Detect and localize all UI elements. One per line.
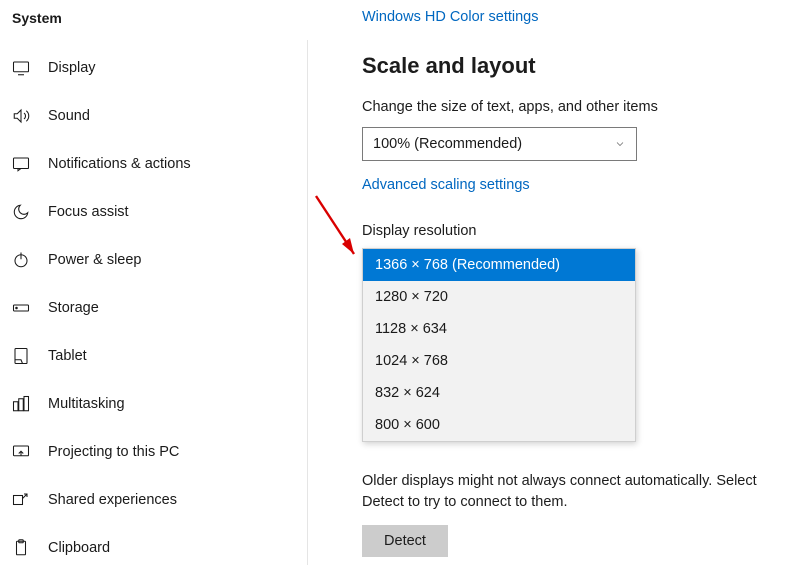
sidebar-item-label: Projecting to this PC: [48, 444, 179, 460]
detect-button[interactable]: Detect: [362, 525, 448, 557]
sidebar-item-clipboard[interactable]: Clipboard: [0, 524, 318, 565]
focus-assist-icon: [12, 203, 30, 221]
multitasking-icon: [12, 395, 30, 413]
resolution-label: Display resolution: [362, 223, 793, 239]
sidebar-item-notifications[interactable]: Notifications & actions: [0, 140, 318, 188]
sidebar-item-label: Sound: [48, 108, 90, 124]
scale-dropdown[interactable]: 100% (Recommended): [362, 127, 637, 161]
resolution-option[interactable]: 1366 × 768 (Recommended): [363, 249, 635, 281]
scale-label: Change the size of text, apps, and other…: [362, 99, 793, 115]
sidebar-title: System: [0, 8, 318, 44]
hd-color-settings-link[interactable]: Windows HD Color settings: [362, 9, 538, 25]
resolution-option[interactable]: 1280 × 720: [363, 281, 635, 313]
sidebar-item-label: Power & sleep: [48, 252, 142, 268]
sidebar-item-label: Storage: [48, 300, 99, 316]
detect-description: Older displays might not always connect …: [362, 471, 793, 513]
sidebar-item-label: Notifications & actions: [48, 156, 191, 172]
shared-experiences-icon: [12, 491, 30, 509]
sidebar: System Display Sound Notifications & act…: [0, 0, 318, 565]
sidebar-item-display[interactable]: Display: [0, 44, 318, 92]
storage-icon: [12, 299, 30, 317]
sidebar-item-storage[interactable]: Storage: [0, 284, 318, 332]
scale-dropdown-value: 100% (Recommended): [373, 136, 522, 152]
resolution-option[interactable]: 800 × 600: [363, 409, 635, 441]
scale-layout-heading: Scale and layout: [362, 53, 793, 79]
tablet-icon: [12, 347, 30, 365]
main-content: Windows HD Color settings Scale and layo…: [318, 0, 803, 565]
sidebar-item-label: Display: [48, 60, 96, 76]
sidebar-item-multitasking[interactable]: Multitasking: [0, 380, 318, 428]
sidebar-item-label: Clipboard: [48, 540, 110, 556]
projecting-icon: [12, 443, 30, 461]
sidebar-item-tablet[interactable]: Tablet: [0, 332, 318, 380]
resolution-option[interactable]: 832 × 624: [363, 377, 635, 409]
notifications-icon: [12, 155, 30, 173]
sidebar-item-label: Tablet: [48, 348, 87, 364]
sidebar-item-sound[interactable]: Sound: [0, 92, 318, 140]
sidebar-item-label: Multitasking: [48, 396, 125, 412]
sidebar-item-focus-assist[interactable]: Focus assist: [0, 188, 318, 236]
sidebar-item-projecting[interactable]: Projecting to this PC: [0, 428, 318, 476]
sound-icon: [12, 107, 30, 125]
resolution-option[interactable]: 1024 × 768: [363, 345, 635, 377]
power-icon: [12, 251, 30, 269]
advanced-scaling-link[interactable]: Advanced scaling settings: [362, 177, 530, 193]
chevron-down-icon: [614, 138, 626, 150]
sidebar-item-label: Shared experiences: [48, 492, 177, 508]
sidebar-item-label: Focus assist: [48, 204, 129, 220]
resolution-dropdown-list[interactable]: 1366 × 768 (Recommended) 1280 × 720 1128…: [362, 248, 636, 442]
resolution-option[interactable]: 1128 × 634: [363, 313, 635, 345]
sidebar-item-shared-experiences[interactable]: Shared experiences: [0, 476, 318, 524]
sidebar-item-power-sleep[interactable]: Power & sleep: [0, 236, 318, 284]
clipboard-icon: [12, 539, 30, 557]
display-icon: [12, 59, 30, 77]
